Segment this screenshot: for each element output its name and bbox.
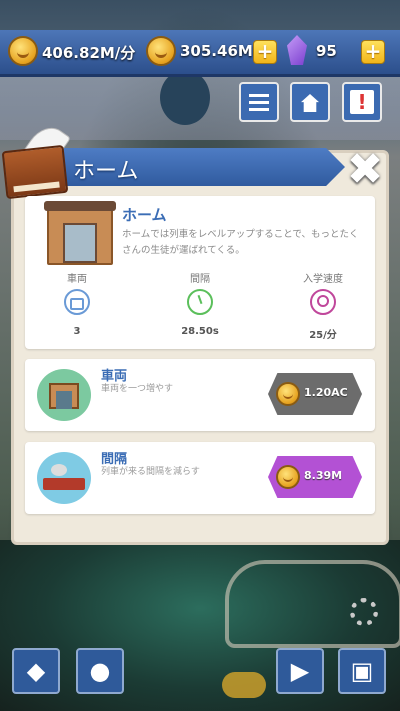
coin-icon bbox=[8, 36, 38, 66]
resource-bar: 406.82M/分 305.46M + 95 + bbox=[0, 30, 400, 77]
video-play-icon: ▶ bbox=[290, 657, 310, 685]
upgrade-row-interval: 間隔 列車が来る間隔を減らす 8.39M bbox=[25, 442, 375, 514]
upgrade-description: 列車が来る間隔を減らす bbox=[101, 467, 200, 477]
dialog-title: ホーム bbox=[73, 159, 139, 184]
train-icon bbox=[37, 452, 91, 504]
info-title: ホーム bbox=[122, 206, 167, 224]
stat-label-enrollment: 入学速度 bbox=[303, 274, 343, 285]
piggy-bank-button[interactable]: ● bbox=[76, 648, 124, 694]
stat-value-interval: 28.50s bbox=[181, 326, 219, 337]
upgrade-row-cars: 車両 車両を一つ増やす 1.20AC bbox=[25, 359, 375, 431]
coin-icon bbox=[276, 382, 300, 406]
student-icon bbox=[310, 289, 336, 315]
shop-button[interactable]: ◆ bbox=[12, 648, 60, 694]
cards-icon: ▣ bbox=[350, 657, 374, 685]
cards-button[interactable]: ▣ bbox=[338, 648, 386, 694]
info-description: ホームでは列車をレベルアップすることで、もっとたくさんの生徒が運ばれてくる。 bbox=[122, 229, 359, 256]
diamond-cart-icon: ◆ bbox=[26, 657, 46, 685]
tree-background bbox=[160, 70, 210, 125]
list-icon[interactable] bbox=[239, 82, 279, 122]
income-rate: 406.82M/分 bbox=[42, 44, 136, 62]
coin-balance: 305.46M bbox=[180, 42, 253, 60]
add-gems-button[interactable]: + bbox=[361, 40, 385, 64]
close-button[interactable]: ✖ bbox=[342, 148, 388, 192]
alert-icon[interactable]: ! bbox=[342, 82, 382, 122]
station-gate-icon bbox=[37, 369, 91, 421]
piggy-bank-icon: ● bbox=[89, 657, 111, 685]
coin-icon bbox=[146, 36, 176, 66]
stat-label-cars: 車両 bbox=[67, 274, 87, 285]
gem-balance: 95 bbox=[316, 42, 337, 60]
book-icon bbox=[1, 144, 69, 200]
stat-value-cars: 3 bbox=[73, 326, 81, 337]
add-coins-button[interactable]: + bbox=[253, 40, 277, 64]
home-info-card: ホーム ホームでは列車をレベルアップすることで、もっとたくさんの生徒が運ばれてく… bbox=[25, 196, 375, 349]
upgrade-price: 8.39M bbox=[304, 469, 343, 482]
home-icon[interactable] bbox=[290, 82, 330, 122]
coin-pile-decor bbox=[222, 672, 266, 698]
video-button[interactable]: ▶ bbox=[276, 648, 324, 694]
upgrade-interval-button[interactable]: 8.39M bbox=[268, 456, 362, 498]
gear-icon[interactable] bbox=[350, 598, 378, 626]
clock-icon bbox=[187, 289, 213, 315]
upgrade-price: 1.20AC bbox=[304, 386, 348, 399]
upgrade-description: 車両を一つ増やす bbox=[101, 384, 174, 394]
upgrade-cars-button[interactable]: 1.20AC bbox=[268, 373, 362, 415]
stat-label-interval: 間隔 bbox=[190, 274, 210, 285]
station-building-icon bbox=[44, 201, 116, 265]
train-car-icon bbox=[64, 289, 90, 315]
stat-value-enrollment: 25/分 bbox=[309, 330, 337, 341]
coin-icon bbox=[276, 465, 300, 489]
